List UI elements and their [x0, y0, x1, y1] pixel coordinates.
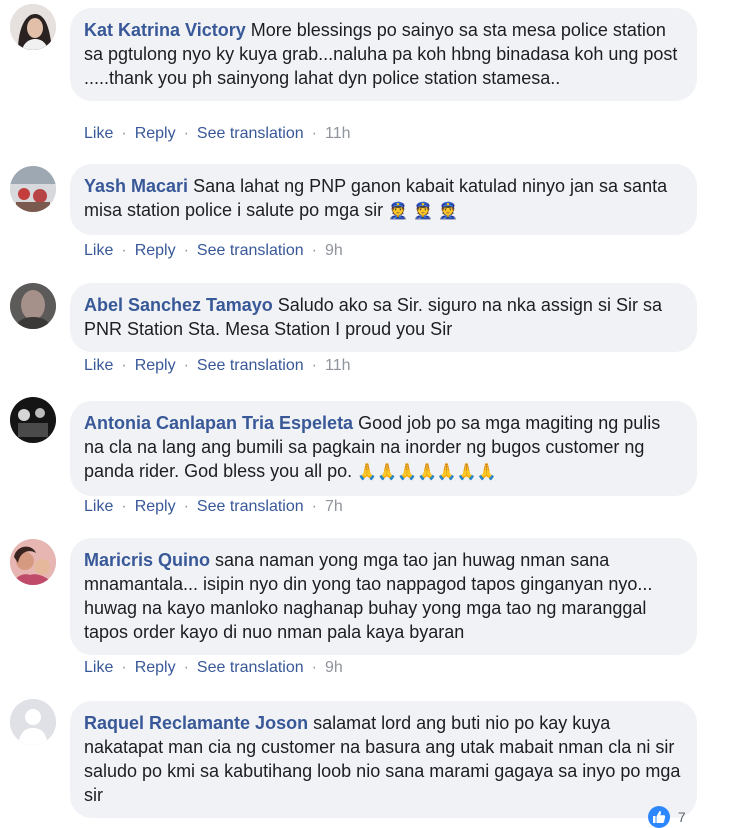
- comment-timestamp[interactable]: 7h: [325, 498, 343, 516]
- comment-timestamp[interactable]: 9h: [325, 242, 343, 260]
- see-translation-link[interactable]: See translation: [197, 242, 304, 260]
- separator: ·: [311, 357, 317, 374]
- see-translation-link[interactable]: See translation: [197, 659, 304, 677]
- comment-author[interactable]: Yash Macari: [84, 176, 188, 196]
- see-translation-link[interactable]: See translation: [197, 498, 304, 516]
- comment-bubble: Yash Macari Sana lahat ng PNP ganon kaba…: [70, 164, 697, 235]
- separator: ·: [121, 498, 127, 515]
- comment-bubble: Antonia Canlapan Tria Espeleta Good job …: [70, 401, 697, 496]
- like-button[interactable]: Like: [84, 498, 113, 516]
- see-translation-link[interactable]: See translation: [197, 125, 304, 143]
- reply-button[interactable]: Reply: [135, 242, 176, 260]
- comment-actions: Like · Reply · See translation · 11h: [84, 125, 351, 143]
- separator: ·: [311, 125, 317, 142]
- separator: ·: [183, 242, 189, 259]
- separator: ·: [311, 242, 317, 259]
- comment-bubble: Abel Sanchez Tamayo Saludo ako sa Sir. s…: [70, 283, 697, 352]
- comment-author[interactable]: Abel Sanchez Tamayo: [84, 295, 273, 315]
- comment-actions: Like · Reply · See translation · 9h: [84, 242, 343, 260]
- police-officer-icon: 👮: [438, 203, 458, 220]
- separator: ·: [183, 498, 189, 515]
- avatar[interactable]: [10, 699, 56, 745]
- comment-author[interactable]: Maricris Quino: [84, 550, 210, 570]
- police-officer-icon: 👮: [413, 203, 434, 220]
- comment-timestamp[interactable]: 11h: [325, 357, 351, 375]
- reply-button[interactable]: Reply: [135, 498, 176, 516]
- separator: ·: [183, 125, 189, 142]
- comment-bubble: Kat Katrina Victory More blessings po sa…: [70, 8, 697, 101]
- like-button[interactable]: Like: [84, 242, 113, 260]
- separator: ·: [183, 659, 189, 676]
- avatar[interactable]: [10, 283, 56, 329]
- separator: ·: [311, 659, 317, 676]
- comment-timestamp[interactable]: 9h: [325, 659, 343, 677]
- like-button[interactable]: Like: [84, 659, 113, 677]
- comment-actions: Like · Reply · See translation · 7h: [84, 498, 343, 516]
- separator: ·: [121, 242, 127, 259]
- comment-bubble: Raquel Reclamante Joson salamat lord ang…: [70, 701, 697, 818]
- comment-actions: Like · Reply · See translation · 9h: [84, 659, 343, 677]
- avatar[interactable]: [10, 397, 56, 443]
- see-translation-link[interactable]: See translation: [197, 357, 304, 375]
- like-button[interactable]: Like: [84, 125, 113, 143]
- reply-button[interactable]: Reply: [135, 357, 176, 375]
- police-officer-icon: 👮: [388, 203, 409, 220]
- reaction-count: 7: [677, 809, 686, 825]
- separator: ·: [121, 357, 127, 374]
- avatar[interactable]: [10, 4, 56, 50]
- reply-button[interactable]: Reply: [135, 659, 176, 677]
- separator: ·: [121, 125, 127, 142]
- like-reaction-icon: [648, 806, 670, 828]
- like-button[interactable]: Like: [84, 357, 113, 375]
- avatar[interactable]: [10, 166, 56, 212]
- comment-actions: Like · Reply · See translation · 11h: [84, 357, 351, 375]
- reply-button[interactable]: Reply: [135, 125, 176, 143]
- avatar[interactable]: [10, 539, 56, 585]
- comment-author[interactable]: Raquel Reclamante Joson: [84, 713, 308, 733]
- comment-timestamp[interactable]: 11h: [325, 125, 351, 143]
- folded-hands-icon: 🙏🙏🙏🙏🙏🙏🙏: [357, 464, 497, 481]
- comment-author[interactable]: Kat Katrina Victory: [84, 20, 246, 40]
- separator: ·: [311, 498, 317, 515]
- separator: ·: [121, 659, 127, 676]
- reaction-summary[interactable]: 7: [648, 806, 686, 828]
- comment-bubble: Maricris Quino sana naman yong mga tao j…: [70, 538, 697, 655]
- separator: ·: [183, 357, 189, 374]
- comment-author[interactable]: Antonia Canlapan Tria Espeleta: [84, 413, 353, 433]
